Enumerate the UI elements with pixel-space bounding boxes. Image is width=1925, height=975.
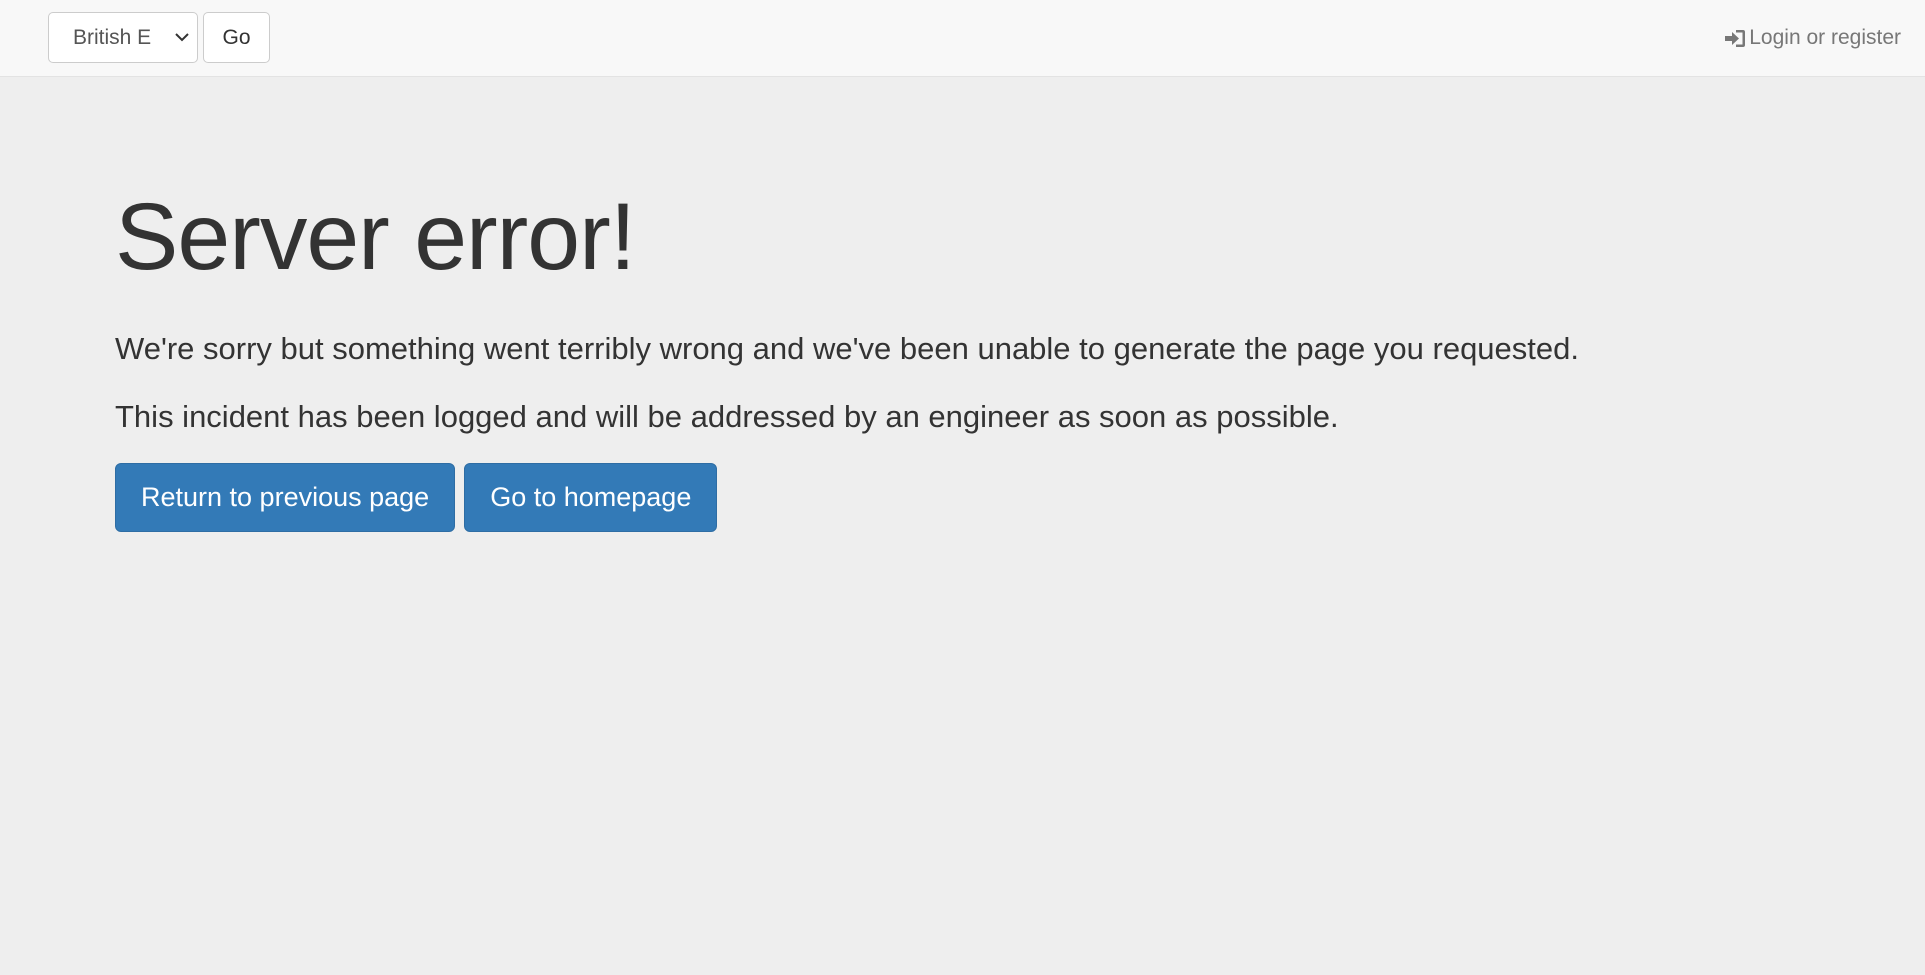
error-panel: Server error! We're sorry but something … xyxy=(115,180,1715,532)
sign-in-icon xyxy=(1725,29,1746,47)
incident-message: This incident has been logged and will b… xyxy=(115,399,1339,434)
action-buttons: Return to previous page Go to homepage xyxy=(115,463,1715,532)
login-register-link[interactable]: Login or register xyxy=(1725,23,1901,53)
top-navbar: British E Go Login or register xyxy=(0,0,1925,77)
login-register-label: Login or register xyxy=(1749,26,1901,49)
go-to-homepage-button[interactable]: Go to homepage xyxy=(464,463,718,532)
language-select[interactable]: British E xyxy=(48,12,198,63)
chevron-down-icon xyxy=(175,33,189,42)
error-message: We're sorry but something went terribly … xyxy=(115,331,1579,366)
return-previous-page-button[interactable]: Return to previous page xyxy=(115,463,456,532)
language-go-button[interactable]: Go xyxy=(203,12,270,63)
language-select-value: British E xyxy=(73,26,152,49)
page-title: Server error! xyxy=(115,184,636,290)
